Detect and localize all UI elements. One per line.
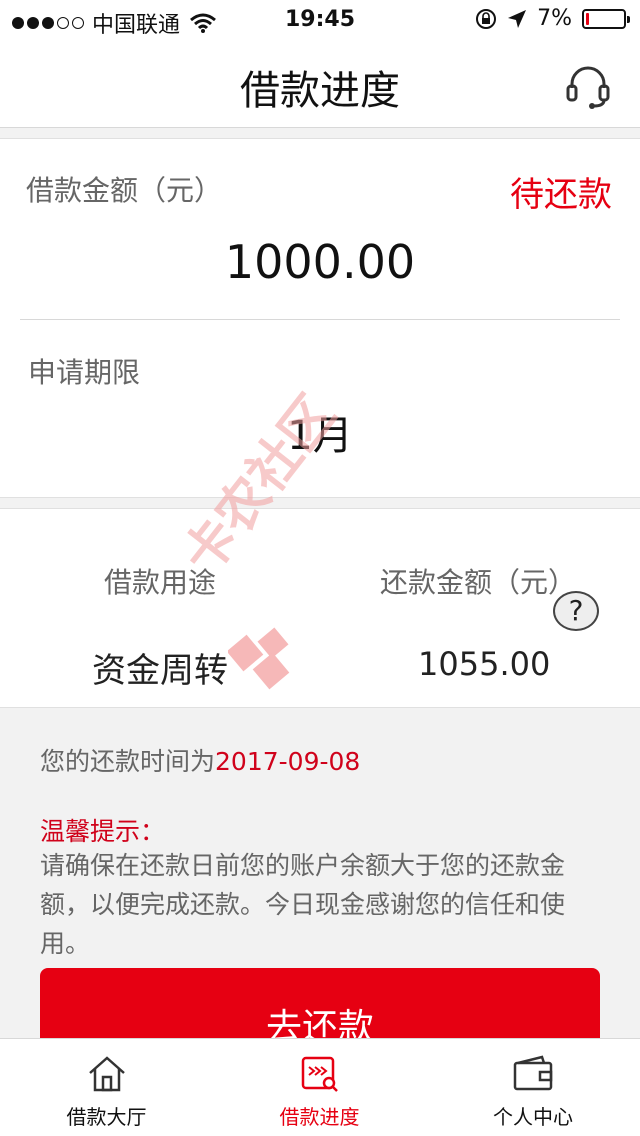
tab-loan-hall[interactable]: 借款大厅 xyxy=(0,1039,213,1136)
status-bar: 中国联通 19:45 7% xyxy=(0,0,640,40)
repay-amount-value: 1055.00 xyxy=(418,645,551,683)
tab-label: 借款进度 xyxy=(279,1105,360,1129)
loan-amount-label: 借款金额（元） xyxy=(26,174,223,207)
loan-term-value: 1月 xyxy=(287,413,353,459)
loan-amount-value: 1000.00 xyxy=(224,235,416,289)
tab-bar: 借款大厅 借款进度 个人中心 xyxy=(0,1038,640,1136)
battery-icon xyxy=(582,8,630,29)
loan-purpose-value: 资金周转 xyxy=(92,651,228,691)
loan-summary-card: 借款金额（元） 待还款 1000.00 申请期限 1月 xyxy=(0,138,640,498)
wallet-icon xyxy=(513,1055,553,1091)
loan-details-card: 借款用途 还款金额（元） ? 资金周转 1055.00 xyxy=(0,508,640,708)
tab-loan-progress[interactable]: 借款进度 xyxy=(213,1039,426,1136)
tab-label: 个人中心 xyxy=(493,1105,573,1129)
location-arrow-icon xyxy=(508,9,527,28)
progress-icon xyxy=(301,1056,338,1092)
battery-percent: 7% xyxy=(537,6,572,31)
headset-icon[interactable] xyxy=(564,62,612,110)
divider xyxy=(20,319,620,320)
tab-label: 借款大厅 xyxy=(66,1105,147,1129)
rotation-lock-icon xyxy=(476,8,497,29)
status-badge: 待还款 xyxy=(510,175,612,215)
tip-body: 请确保在还款日前您的账户余额大于您的还款金额，以便完成还款。今日现金感谢您的信任… xyxy=(40,851,566,958)
tip-title: 温馨提示： xyxy=(40,817,166,846)
question-icon[interactable]: ? xyxy=(553,591,599,631)
repay-date-prefix: 您的还款时间为 xyxy=(40,747,216,776)
loan-purpose-label: 借款用途 xyxy=(104,566,217,599)
nav-bar: 借款进度 xyxy=(0,40,640,128)
page-title: 借款进度 xyxy=(240,68,400,114)
loan-term-label: 申请期限 xyxy=(28,356,141,389)
repay-date-line: 您的还款时间为2017-09-08 xyxy=(40,742,360,778)
repay-date: 2017-09-08 xyxy=(215,747,361,776)
tab-personal-center[interactable]: 个人中心 xyxy=(426,1039,640,1136)
home-icon xyxy=(88,1056,125,1092)
repay-amount-label: 还款金额（元） xyxy=(380,566,577,599)
